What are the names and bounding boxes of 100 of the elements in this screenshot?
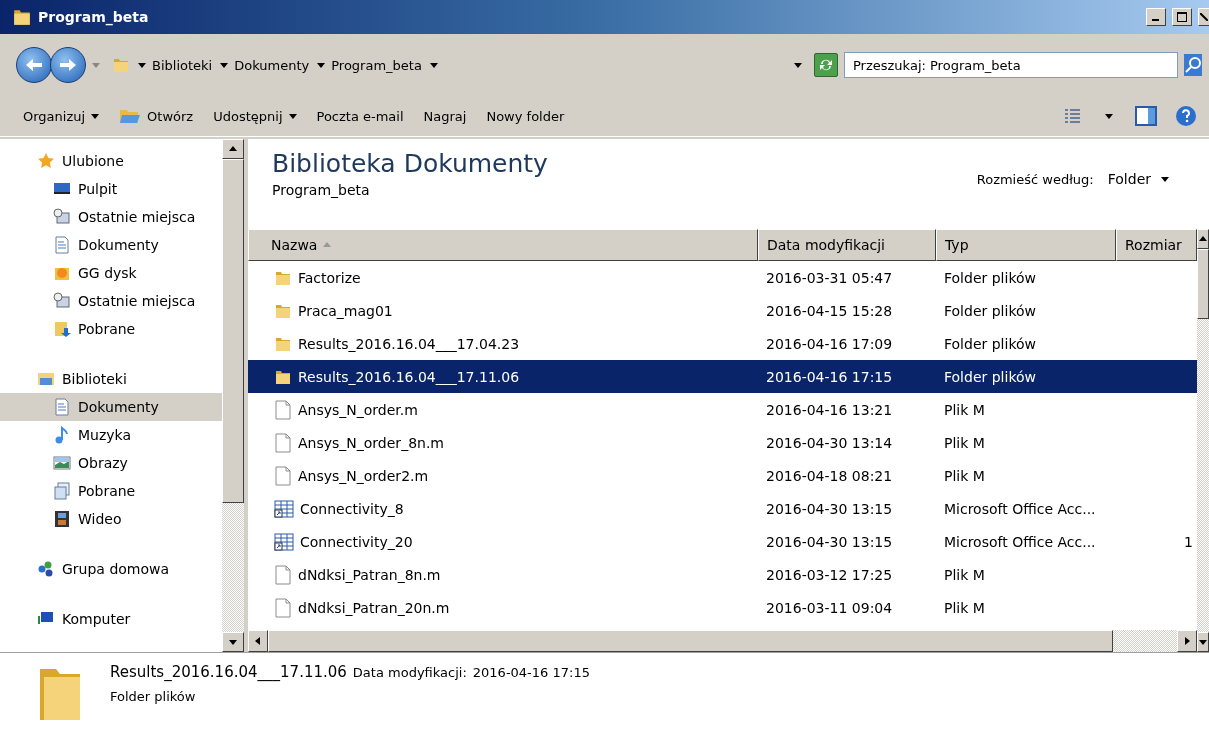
caret-icon [229,145,237,153]
file-name: Results_2016.16.04___17.04.23 [298,335,520,352]
selected-name: Results_2016.16.04___17.11.06 [110,663,347,681]
pages-icon [52,482,72,500]
nav-item[interactable]: Ostatnie miejsca [0,203,222,231]
document-icon [52,398,72,416]
folder-icon [112,56,130,74]
file-icon [274,432,292,453]
nav-item[interactable]: Pulpit [0,175,222,203]
type-cell: Plik M [944,566,985,583]
file-row[interactable]: dNdksi_Patran_20n.m 2016-03-11 09:04 Plik M [248,591,1197,624]
breadcrumb-link[interactable]: Dokumenty [234,57,310,73]
scroll-up-button[interactable] [222,139,244,159]
type-cell: Microsoft Office Acc... [944,533,1096,550]
date-cell: 2016-04-16 13:21 [766,401,893,418]
file-row[interactable]: Ansys_N_order_8n.m 2016-04-30 13:14 Plik M [248,426,1197,459]
help-icon[interactable] [1175,105,1197,127]
file-name: Ansys_N_order.m [298,401,418,418]
folder-icon [12,7,32,27]
scroll-left-button[interactable] [248,630,268,652]
nav-item[interactable]: Muzyka [0,421,222,449]
nav-group[interactable]: Biblioteki [0,365,222,393]
back-button[interactable] [16,47,52,83]
column-header[interactable]: Typ [936,229,1116,261]
view-options-icon[interactable] [1065,109,1083,123]
toolbar-button[interactable]: Poczta e-mail [307,104,413,128]
type-cell: Folder plików [944,335,1036,352]
file-row[interactable]: Results_2016.16.04___17.11.06 2016-04-16 17:15 Folder plików [248,360,1197,393]
type-cell: Plik M [944,434,985,451]
search-field[interactable]: Przeszukaj: Program_beta [844,52,1178,78]
nav-item[interactable]: Obrazy [0,449,222,477]
nav-item[interactable]: Dokumenty [0,231,222,259]
forward-button[interactable] [50,47,86,83]
nav-group[interactable]: Ulubione [0,147,222,175]
file-row[interactable]: Praca_mag01 2016-04-15 15:28 Folder plików [248,294,1197,327]
column-header[interactable]: Rozmiar [1116,229,1197,261]
date-cell: 2016-03-31 05:47 [766,269,893,286]
file-row[interactable]: dNdksi_Patran_8n.m 2016-03-12 17:25 Plik M [248,558,1197,591]
caret-icon [429,61,438,69]
scrollbar-thumb[interactable] [222,159,244,503]
file-row[interactable]: Ansys_N_order2.m 2016-04-18 08:21 Plik M [248,459,1197,492]
toolbar-button[interactable]: Otwórz [110,103,203,129]
date-cell: 2016-04-30 13:15 [766,533,893,550]
caret-icon [1199,235,1207,243]
nav-group[interactable]: Grupa domowa [0,555,222,583]
nav-item[interactable]: Ostatnie miejsca [0,287,222,315]
toolbar-button[interactable]: Nowy folder [477,104,574,128]
nav-group[interactable]: Komputer [0,605,222,633]
nav-item[interactable]: Wideo [0,505,222,533]
caret-icon [794,61,802,69]
preview-pane-icon[interactable] [1135,106,1157,126]
selected-type: Folder plików [110,689,197,704]
search-icon[interactable] [1184,54,1202,76]
file-name: Ansys_N_order2.m [298,467,429,484]
toolbar-button[interactable]: Nagraj [414,104,476,128]
toolbar-button[interactable]: Organizuj [14,104,109,128]
file-row[interactable]: Factorize 2016-03-31 05:47 Folder plików [248,261,1197,294]
file-name: Connectivity_20 [300,533,413,550]
date-cell: 2016-04-18 08:21 [766,467,893,484]
breadcrumb-link[interactable]: Biblioteki [152,57,213,73]
date-cell: 2016-04-30 13:14 [766,434,893,451]
minimize-button[interactable] [1146,8,1166,26]
file-row[interactable]: Connectivity_8 2016-04-30 13:15 Microsoft Office Acc... [248,492,1197,525]
shortcut-table-icon [274,499,294,518]
nav-item[interactable]: GG dysk [0,259,222,287]
column-header[interactable]: Nazwa [248,229,758,261]
type-cell: Folder plików [944,302,1036,319]
arrange-dropdown[interactable]: Folder [1107,171,1169,187]
scroll-down-button[interactable] [1197,632,1209,652]
column-header[interactable]: Data modyfikacji [758,229,936,261]
sort-icon [323,241,332,249]
scrollbar[interactable] [1197,229,1209,652]
file-row[interactable]: Results_2016.16.04___17.04.23 2016-04-16 17:09 Folder plików [248,327,1197,360]
history-caret-icon [92,61,100,69]
caret-icon [254,637,262,645]
toolbar-button[interactable]: Udostępnij [204,104,306,128]
date-cell: 2016-04-30 13:15 [766,500,893,517]
scrollbar[interactable] [222,139,244,652]
file-row[interactable]: Ansys_N_order.m 2016-04-16 13:21 Plik M [248,393,1197,426]
refresh-icon [819,58,833,72]
file-name: Factorize [298,269,361,286]
caret-icon [317,61,326,69]
scrollbar-thumb[interactable] [1197,249,1209,319]
file-name: Connectivity_8 [300,500,404,517]
scroll-down-button[interactable] [222,632,244,652]
scroll-right-button[interactable] [1177,630,1197,652]
clock-monitor-icon [52,292,72,310]
right-arrow-icon [59,58,77,72]
file-row[interactable]: Connectivity_20 2016-04-30 13:15 Microsoft Office Acc... 1 [248,525,1197,558]
scroll-up-button[interactable] [1197,229,1209,249]
address-bar[interactable]: Biblioteki Dokumenty Program_beta [106,51,808,79]
file-icon [274,564,292,585]
close-button[interactable] [1198,8,1209,26]
refresh-button[interactable] [814,53,838,77]
nav-item[interactable]: Pobrane [0,315,222,343]
close-icon [1200,13,1208,21]
breadcrumb-link[interactable]: Program_beta [331,57,422,73]
nav-item[interactable]: Dokumenty [0,393,222,421]
nav-item[interactable]: Pobrane [0,477,222,505]
maximize-button[interactable] [1172,8,1192,26]
